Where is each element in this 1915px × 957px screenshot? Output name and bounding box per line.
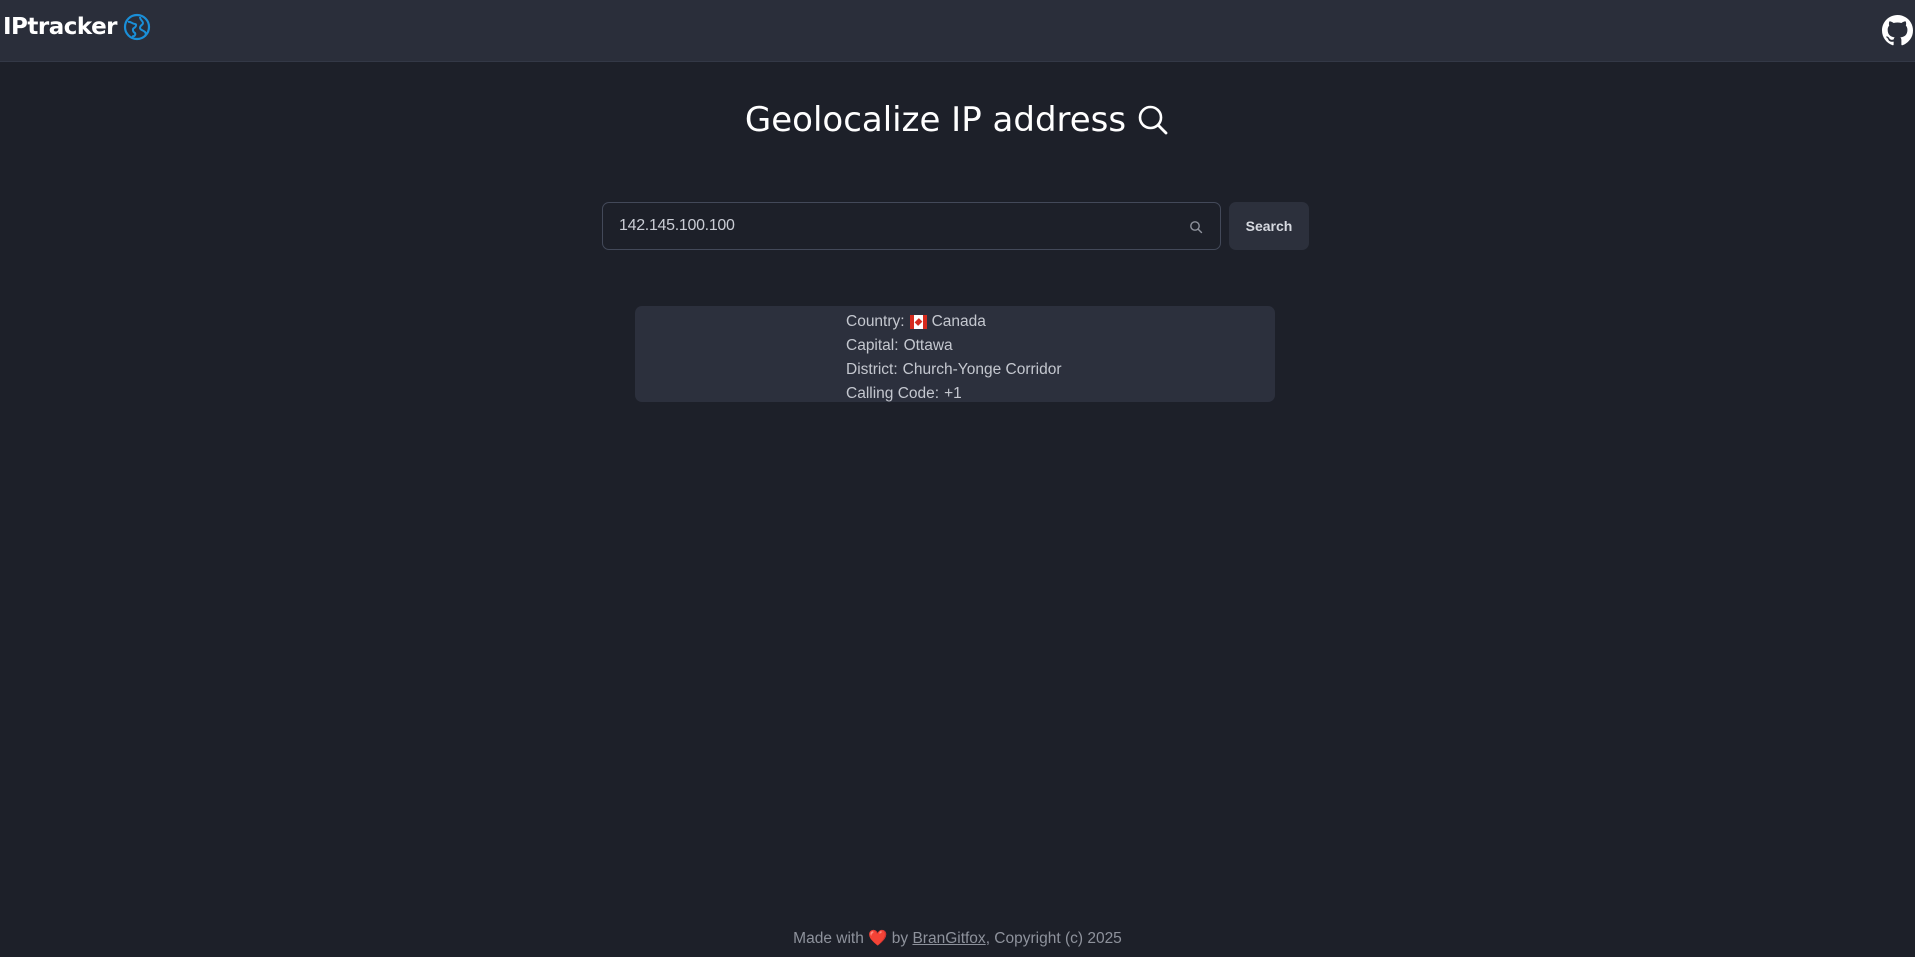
footer-made-with: Made with <box>793 930 864 947</box>
search-icon <box>1136 103 1170 137</box>
top-navbar: IPtracker <box>0 0 1915 62</box>
calling-code-value: +1 <box>944 385 962 402</box>
input-search-icon <box>1189 219 1203 234</box>
capital-label: Capital: <box>846 337 899 354</box>
calling-code-row: Calling Code: +1 <box>846 382 1062 406</box>
ip-search-input[interactable] <box>603 203 1183 249</box>
brand-name: IPtracker <box>3 14 118 40</box>
capital-value: Ottawa <box>903 337 953 354</box>
result-card: Country: Canada Capital: Ottawa District… <box>635 306 1275 402</box>
footer: Made with ❤️ by BranGitfox, Copyright (c… <box>0 929 1915 948</box>
result-details: Country: Canada Capital: Ottawa District… <box>846 310 1062 406</box>
district-label: District: <box>846 361 898 378</box>
footer-by: by <box>891 930 909 947</box>
canada-flag-icon <box>909 315 927 329</box>
country-value: Canada <box>931 313 986 330</box>
author-link[interactable]: BranGitfox <box>912 930 985 947</box>
globe-icon <box>123 13 151 41</box>
district-value: Church-Yonge Corridor <box>902 361 1062 378</box>
github-icon[interactable] <box>1882 15 1913 46</box>
page-title: Geolocalize IP address <box>744 100 1127 140</box>
country-row: Country: Canada <box>846 310 1062 334</box>
capital-row: Capital: Ottawa <box>846 334 1062 358</box>
search-button[interactable]: Search <box>1229 202 1309 250</box>
footer-copyright: , Copyright (c) 2025 <box>985 930 1122 947</box>
heart-icon: ❤️ <box>868 930 888 947</box>
page-heading: Geolocalize IP address <box>0 100 1915 140</box>
calling-code-label: Calling Code: <box>846 385 940 402</box>
district-row: District: Church-Yonge Corridor <box>846 358 1062 382</box>
search-box <box>602 202 1221 250</box>
country-label: Country: <box>846 313 905 330</box>
brand-link[interactable]: IPtracker <box>3 13 151 41</box>
